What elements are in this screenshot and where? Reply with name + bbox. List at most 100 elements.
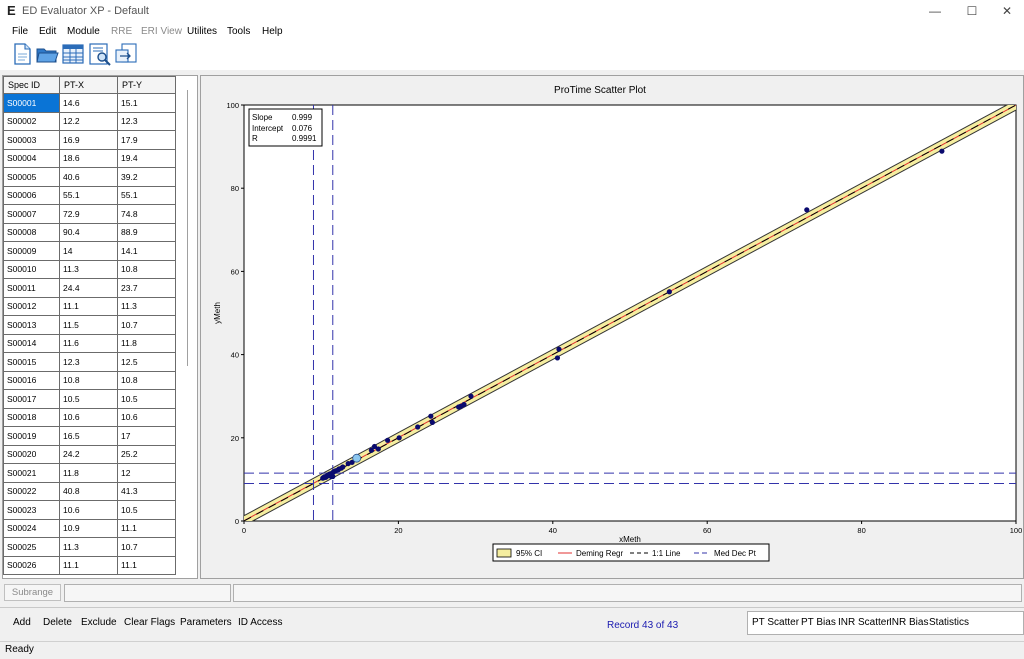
table-row[interactable]: S00002 12.2 12.3 <box>3 111 176 131</box>
table-row[interactable]: S00009 14 14.1 <box>3 241 176 261</box>
cell-pt-y[interactable]: 41.3 <box>117 481 176 501</box>
table-row[interactable]: S00006 55.1 55.1 <box>3 185 176 205</box>
cell-pt-x[interactable]: 24.4 <box>59 278 118 298</box>
cell-pt-y[interactable]: 11.8 <box>117 333 176 353</box>
table-row[interactable]: S00023 10.6 10.5 <box>3 500 176 520</box>
grid-scrollbar[interactable] <box>187 90 196 366</box>
table-row[interactable]: S00024 10.9 11.1 <box>3 518 176 538</box>
cell-pt-x[interactable]: 11.6 <box>59 333 118 353</box>
table-row[interactable]: S00005 40.6 39.2 <box>3 167 176 187</box>
cell-pt-y[interactable]: 55.1 <box>117 185 176 205</box>
cell-pt-y[interactable]: 10.5 <box>117 389 176 409</box>
cell-spec-id[interactable]: S00011 <box>3 278 60 298</box>
table-row[interactable]: S00017 10.5 10.5 <box>3 389 176 409</box>
cell-pt-x[interactable]: 24.2 <box>59 444 118 464</box>
cell-pt-y[interactable]: 10.8 <box>117 259 176 279</box>
report-search-icon[interactable] <box>88 42 112 66</box>
cell-pt-y[interactable]: 17.9 <box>117 130 176 150</box>
cell-pt-y[interactable]: 12.5 <box>117 352 176 372</box>
subrange-field-start[interactable] <box>64 584 231 602</box>
cell-pt-y[interactable]: 10.8 <box>117 370 176 390</box>
cell-pt-y[interactable]: 10.7 <box>117 315 176 335</box>
cell-pt-x[interactable]: 11.1 <box>59 296 118 316</box>
cell-spec-id[interactable]: S00008 <box>3 222 60 242</box>
menu-utilities[interactable]: Utilites <box>187 26 217 37</box>
cell-pt-x[interactable]: 16.9 <box>59 130 118 150</box>
exclude-button[interactable]: Exclude <box>81 617 117 628</box>
cell-spec-id[interactable]: S00025 <box>3 537 60 557</box>
table-row[interactable]: S00015 12.3 12.5 <box>3 352 176 372</box>
menu-help[interactable]: Help <box>262 26 283 37</box>
cell-pt-y[interactable]: 10.5 <box>117 500 176 520</box>
table-row[interactable]: S00018 10.6 10.6 <box>3 407 176 427</box>
cell-pt-y[interactable]: 17 <box>117 426 176 446</box>
menu-module[interactable]: Module <box>67 26 100 37</box>
cell-spec-id[interactable]: S00020 <box>3 444 60 464</box>
minimize-button[interactable]: — <box>918 0 952 22</box>
cell-pt-x[interactable]: 16.5 <box>59 426 118 446</box>
cell-pt-y[interactable]: 88.9 <box>117 222 176 242</box>
column-header-pt-x[interactable]: PT-X <box>59 76 118 94</box>
menu-tools[interactable]: Tools <box>227 26 250 37</box>
cell-pt-x[interactable]: 40.8 <box>59 481 118 501</box>
cell-pt-x[interactable]: 11.5 <box>59 315 118 335</box>
cell-spec-id[interactable]: S00016 <box>3 370 60 390</box>
open-folder-icon[interactable] <box>35 42 59 66</box>
cell-spec-id[interactable]: S00010 <box>3 259 60 279</box>
table-row[interactable]: S00001 14.6 15.1 <box>3 93 176 113</box>
table-row[interactable]: S00004 18.6 19.4 <box>3 148 176 168</box>
cell-spec-id[interactable]: S00012 <box>3 296 60 316</box>
cell-spec-id[interactable]: S00017 <box>3 389 60 409</box>
cell-spec-id[interactable]: S00014 <box>3 333 60 353</box>
export-icon[interactable] <box>114 42 138 66</box>
cell-pt-x[interactable]: 10.6 <box>59 407 118 427</box>
column-header-pt-y[interactable]: PT-Y <box>117 76 176 94</box>
cell-pt-x[interactable]: 10.5 <box>59 389 118 409</box>
maximize-button[interactable]: ☐ <box>955 0 989 22</box>
cell-pt-x[interactable]: 12.2 <box>59 111 118 131</box>
table-row[interactable]: S00022 40.8 41.3 <box>3 481 176 501</box>
cell-pt-y[interactable]: 11.1 <box>117 518 176 538</box>
cell-pt-x[interactable]: 10.6 <box>59 500 118 520</box>
cell-pt-x[interactable]: 10.9 <box>59 518 118 538</box>
menu-edit[interactable]: Edit <box>39 26 56 37</box>
delete-button[interactable]: Delete <box>43 617 72 628</box>
cell-pt-x[interactable]: 55.1 <box>59 185 118 205</box>
table-row[interactable]: S00013 11.5 10.7 <box>3 315 176 335</box>
table-row[interactable]: S00019 16.5 17 <box>3 426 176 446</box>
table-row[interactable]: S00007 72.9 74.8 <box>3 204 176 224</box>
cell-pt-y[interactable]: 12.3 <box>117 111 176 131</box>
id-access-button[interactable]: ID Access <box>238 617 282 628</box>
table-row[interactable]: S00010 11.3 10.8 <box>3 259 176 279</box>
cell-spec-id[interactable]: S00018 <box>3 407 60 427</box>
table-row[interactable]: S00016 10.8 10.8 <box>3 370 176 390</box>
cell-spec-id[interactable]: S00021 <box>3 463 60 483</box>
menu-file[interactable]: File <box>12 26 28 37</box>
table-row[interactable]: S00025 11.3 10.7 <box>3 537 176 557</box>
cell-spec-id[interactable]: S00022 <box>3 481 60 501</box>
add-button[interactable]: Add <box>13 617 31 628</box>
cell-pt-x[interactable]: 14.6 <box>59 93 118 113</box>
cell-pt-y[interactable]: 12 <box>117 463 176 483</box>
subrange-button[interactable]: Subrange <box>4 584 61 601</box>
menu-rre[interactable]: RRE <box>111 26 132 37</box>
cell-pt-x[interactable]: 72.9 <box>59 204 118 224</box>
data-grid-icon[interactable] <box>61 42 85 66</box>
cell-pt-y[interactable]: 39.2 <box>117 167 176 187</box>
tab-pt-bias[interactable]: PT Bias <box>801 617 836 628</box>
tab-pt-scatter[interactable]: PT Scatter <box>752 617 799 628</box>
cell-pt-y[interactable]: 19.4 <box>117 148 176 168</box>
cell-spec-id[interactable]: S00026 <box>3 555 60 575</box>
cell-spec-id[interactable]: S00019 <box>3 426 60 446</box>
cell-pt-x[interactable]: 11.8 <box>59 463 118 483</box>
cell-spec-id[interactable]: S00003 <box>3 130 60 150</box>
table-row[interactable]: S00020 24.2 25.2 <box>3 444 176 464</box>
cell-spec-id[interactable]: S00023 <box>3 500 60 520</box>
cell-pt-x[interactable]: 10.8 <box>59 370 118 390</box>
cell-pt-y[interactable]: 11.1 <box>117 555 176 575</box>
close-button[interactable]: ✕ <box>990 0 1024 22</box>
cell-pt-x[interactable]: 12.3 <box>59 352 118 372</box>
cell-pt-y[interactable]: 14.1 <box>117 241 176 261</box>
cell-pt-x[interactable]: 40.6 <box>59 167 118 187</box>
cell-spec-id[interactable]: S00005 <box>3 167 60 187</box>
